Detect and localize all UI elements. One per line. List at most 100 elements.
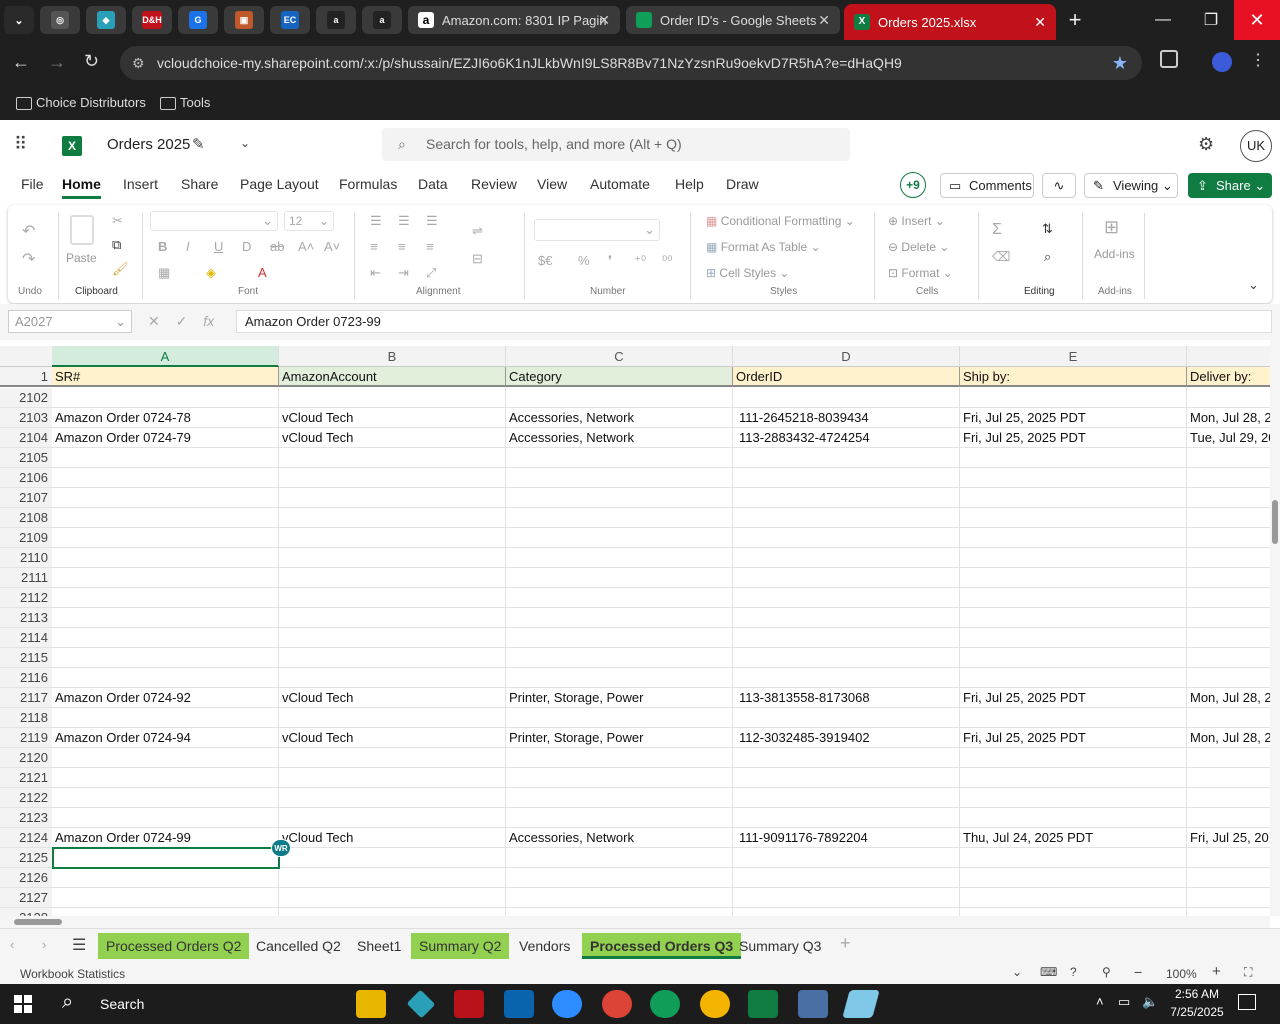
table-cell[interactable]: Mon, Jul 28, 2: [1187, 688, 1270, 708]
table-cell[interactable]: [960, 768, 1187, 788]
menu-tab-automate[interactable]: Automate: [590, 176, 650, 192]
align-right-icon[interactable]: ≡: [426, 239, 434, 254]
table-cell[interactable]: [52, 548, 279, 568]
table-cell[interactable]: [960, 848, 1187, 868]
settings-gear-icon[interactable]: ⚙: [1198, 134, 1214, 155]
table-cell[interactable]: [506, 568, 733, 588]
table-cell[interactable]: [52, 388, 279, 408]
column-header-f[interactable]: [1187, 346, 1270, 367]
table-cell[interactable]: Mon, Jul 28, 2: [1187, 728, 1270, 748]
chrome-icon[interactable]: [700, 990, 730, 1018]
table-cell[interactable]: [279, 708, 506, 728]
menu-tab-formulas[interactable]: Formulas: [339, 176, 397, 192]
app-icon[interactable]: [842, 990, 880, 1018]
undo-icon[interactable]: ↶: [22, 221, 35, 241]
add-ins-button[interactable]: Add-ins: [1094, 247, 1135, 261]
table-cell[interactable]: [1187, 448, 1270, 468]
chrome-tab-4[interactable]: G: [178, 6, 218, 34]
table-cell[interactable]: [733, 588, 960, 608]
tell-me-search[interactable]: ⌕ Search for tools, help, and more (Alt …: [382, 128, 850, 161]
increase-decimal-icon[interactable]: ⁺⁰: [634, 253, 646, 269]
row-header[interactable]: 2123: [0, 808, 52, 828]
table-cell[interactable]: [1187, 608, 1270, 628]
table-cell[interactable]: [506, 668, 733, 688]
double-underline-icon[interactable]: D: [242, 239, 251, 254]
table-cell[interactable]: [52, 488, 279, 508]
shrink-font-icon[interactable]: A˅: [324, 239, 340, 254]
menu-tab-page-layout[interactable]: Page Layout: [240, 176, 319, 192]
tab-google-sheets[interactable]: Order ID's - Google Sheets ✕: [626, 6, 840, 34]
filezilla-icon[interactable]: [454, 990, 484, 1018]
row-header[interactable]: 2113: [0, 608, 52, 628]
increase-indent-icon[interactable]: ⇥: [398, 265, 409, 281]
table-cell[interactable]: [960, 748, 1187, 768]
add-ins-icon[interactable]: ⊞: [1104, 217, 1119, 238]
table-cell[interactable]: Printer, Storage, Power: [506, 688, 733, 708]
format-painter-icon[interactable]: 🖌: [112, 261, 129, 277]
conditional-formatting-button[interactable]: ▦ Conditional Formatting ⌄: [706, 214, 855, 228]
table-cell[interactable]: [1187, 708, 1270, 728]
table-cell[interactable]: [733, 848, 960, 868]
close-icon[interactable]: ✕: [1034, 14, 1046, 31]
table-cell[interactable]: [52, 748, 279, 768]
name-box[interactable]: A2027 ⌄: [8, 310, 132, 333]
table-cell[interactable]: [960, 588, 1187, 608]
menu-tab-file[interactable]: File: [21, 176, 44, 192]
table-cell[interactable]: [279, 488, 506, 508]
table-cell[interactable]: [52, 608, 279, 628]
column-header-d[interactable]: D: [733, 346, 960, 367]
table-cell[interactable]: [733, 708, 960, 728]
menu-tab-insert[interactable]: Insert: [123, 176, 158, 192]
close-window-button[interactable]: ✕: [1234, 0, 1280, 40]
app-launcher-icon[interactable]: ⠿: [14, 134, 27, 155]
table-cell[interactable]: [733, 508, 960, 528]
column-header-c[interactable]: C: [506, 346, 733, 367]
ribbon-expand-chevron-icon[interactable]: ⌄: [1248, 277, 1259, 293]
row-header[interactable]: 2108: [0, 508, 52, 528]
table-cell[interactable]: [960, 468, 1187, 488]
comments-button[interactable]: ▭ Comments: [940, 173, 1034, 198]
chevron-up-icon[interactable]: ˄: [1096, 994, 1104, 1009]
table-cell[interactable]: [1187, 788, 1270, 808]
table-cell[interactable]: [733, 648, 960, 668]
table-cell[interactable]: [960, 508, 1187, 528]
table-cell[interactable]: [733, 488, 960, 508]
clock-date[interactable]: 7/25/2025: [1166, 1005, 1228, 1019]
table-cell[interactable]: [52, 908, 279, 916]
chrome-tab-1[interactable]: ◎: [40, 6, 80, 34]
table-cell[interactable]: [279, 868, 506, 888]
fullscreen-icon[interactable]: ⛶: [1244, 965, 1252, 980]
table-cell[interactable]: [733, 668, 960, 688]
table-cell[interactable]: [279, 908, 506, 916]
header-cell[interactable]: Deliver by:: [1187, 367, 1270, 387]
align-left-icon[interactable]: ≡: [370, 239, 378, 254]
table-cell[interactable]: [733, 448, 960, 468]
strikethrough-icon[interactable]: ab: [270, 239, 284, 254]
table-cell[interactable]: [279, 848, 506, 868]
row-header[interactable]: 2124: [0, 828, 52, 848]
row-header[interactable]: 1: [0, 367, 52, 387]
table-cell[interactable]: [960, 548, 1187, 568]
table-cell[interactable]: [960, 708, 1187, 728]
table-cell[interactable]: [279, 548, 506, 568]
row-header[interactable]: 2114: [0, 628, 52, 648]
row-header[interactable]: 2117: [0, 688, 52, 708]
table-cell[interactable]: vCloud Tech: [279, 688, 506, 708]
zoom-out-icon[interactable]: −: [1134, 964, 1142, 980]
chrome-tab-8[interactable]: a: [362, 6, 402, 34]
table-cell[interactable]: 111-9091176-7892204: [733, 828, 960, 848]
menu-tab-draw[interactable]: Draw: [726, 176, 759, 192]
tab-orders-xlsx[interactable]: X Orders 2025.xlsx ✕: [844, 4, 1056, 40]
table-cell[interactable]: [733, 528, 960, 548]
zoom-in-icon[interactable]: +: [1212, 963, 1221, 980]
sheet-tab[interactable]: Summary Q2: [411, 933, 510, 959]
row-header[interactable]: 2102: [0, 388, 52, 408]
table-cell[interactable]: vCloud Tech: [279, 728, 506, 748]
row-header[interactable]: 2122: [0, 788, 52, 808]
row-header[interactable]: 2127: [0, 888, 52, 908]
table-cell[interactable]: [279, 468, 506, 488]
table-cell[interactable]: [960, 908, 1187, 916]
column-header-b[interactable]: B: [279, 346, 506, 367]
site-info-icon[interactable]: ⚙: [132, 46, 145, 80]
copy-icon[interactable]: ⧉: [112, 237, 121, 253]
